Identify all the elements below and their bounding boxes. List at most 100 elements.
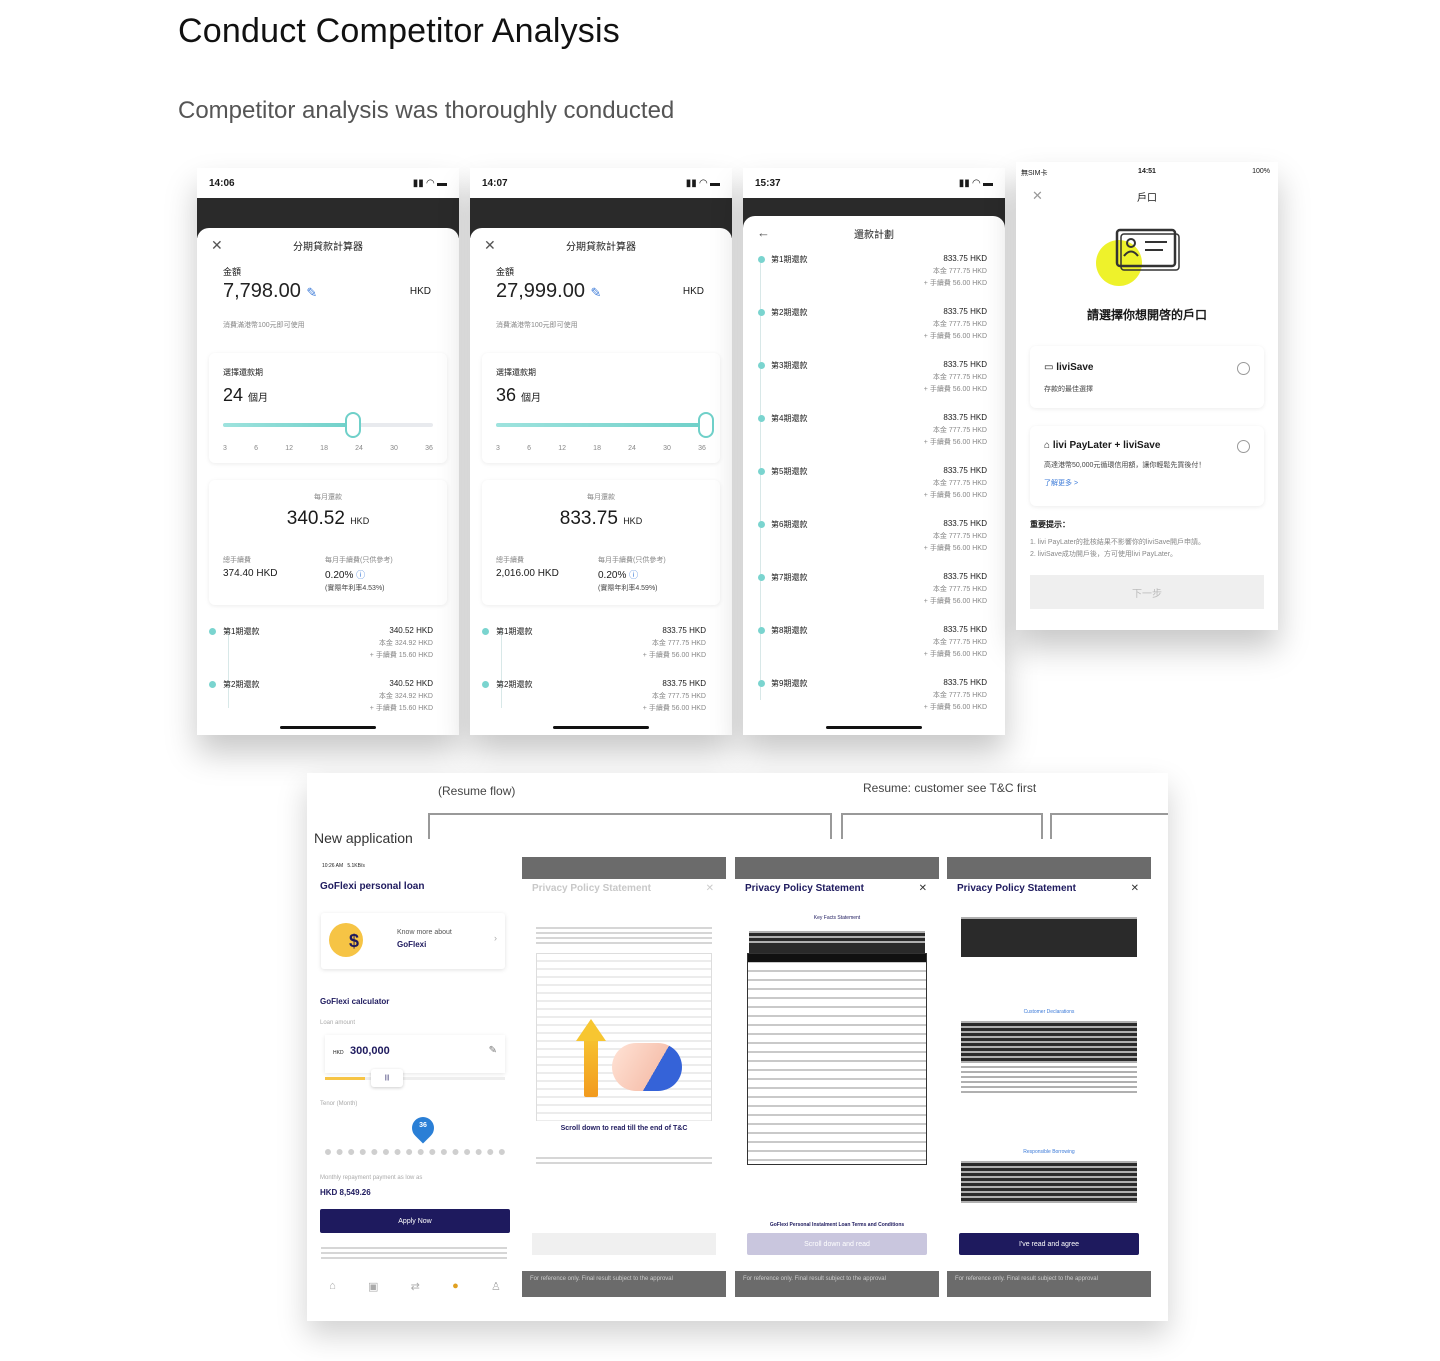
installment-amount: 833.75 HKD: [943, 572, 987, 581]
home-icon[interactable]: ⌂: [329, 1280, 336, 1293]
installment-fee: + 手續費 56.00 HKD: [923, 492, 987, 499]
installment-row: 第9期還款 833.75 HKD 本金 777.75 HKD + 手續費 56.00 …: [758, 678, 987, 722]
installment-amount: 833.75 HKD: [943, 625, 987, 634]
read-agree-button[interactable]: I've read and agree: [959, 1233, 1139, 1255]
slider-tick: 24: [628, 445, 636, 452]
currency-label: HKD: [409, 286, 431, 297]
amount-value[interactable]: 7,798.00 ✎: [223, 280, 317, 303]
fee-rate-label: 每月手續費(只供參考): [598, 557, 666, 564]
installment-fee: + 手續費 56.00 HKD: [923, 651, 987, 658]
resume-tc-label: Resume: customer see T&C first: [863, 781, 1037, 795]
slider-knob[interactable]: [345, 412, 362, 438]
timeline-dot: [482, 628, 489, 635]
tc-title: Privacy Policy Statement: [745, 883, 864, 894]
option-paylater[interactable]: ⌂ livi PayLater + liviSave 高達港幣50,000元循環…: [1030, 426, 1264, 506]
installment-label: 第5期還款: [771, 467, 808, 476]
profile-icon[interactable]: ♙: [491, 1280, 501, 1293]
amount-slider[interactable]: |||: [325, 1069, 505, 1087]
next-button[interactable]: 下一步: [1030, 575, 1264, 609]
learn-more-link[interactable]: 了解更多 >: [1044, 478, 1078, 488]
term-unit: 個月: [248, 393, 269, 404]
tenor-value: 36: [419, 1122, 427, 1129]
apr-text: (實際年利率4.59%): [598, 585, 658, 592]
doc-body: [536, 927, 712, 947]
fee-total: 374.40 HKD: [223, 568, 278, 579]
installment-principal: 本金 777.75 HKD: [932, 586, 987, 593]
close-icon[interactable]: ✕: [211, 237, 223, 254]
timeline-dot: [758, 521, 765, 528]
close-icon[interactable]: ✕: [484, 237, 496, 254]
status-icons: ▮▮ ◠ ▬: [412, 177, 447, 189]
close-icon[interactable]: ✕: [919, 883, 927, 894]
dollar-icon: $: [349, 931, 360, 951]
term-card: 選擇還款期 36 個月 3 6 12 18 24 30 36: [482, 353, 720, 463]
page: Conduct Competitor Analysis Competitor a…: [0, 0, 1440, 1361]
flow-bracket: [428, 813, 832, 839]
borrowing-text: [961, 1161, 1137, 1203]
slider-knob[interactable]: [698, 412, 714, 438]
amount-value[interactable]: 27,999.00 ✎: [496, 280, 601, 303]
installment-fee: + 手續費 56.00 HKD: [923, 386, 987, 393]
transfer-icon[interactable]: ⇄: [411, 1280, 420, 1293]
monthly-amount: 833.75 HKD: [482, 508, 720, 530]
installment-label: 第1期還款: [771, 255, 808, 264]
plan-sheet: ← 還款計劃 第1期還款 833.75 HKD 本金 777.75 HKD + 手續費…: [743, 216, 1005, 735]
doc-table: [536, 953, 712, 1129]
installment-row: 第6期還款 833.75 HKD 本金 777.75 HKD + 手續費 56.00 …: [758, 519, 987, 563]
installment-principal: 本金 777.75 HKD: [651, 693, 706, 700]
installment-label: 第6期還款: [771, 520, 808, 529]
status-time: 14:51: [1138, 168, 1156, 175]
slider-tick: 6: [254, 445, 258, 452]
close-icon[interactable]: ✕: [706, 883, 714, 894]
amount-slider-knob[interactable]: |||: [371, 1069, 403, 1087]
installment-fee: + 手續費 56.00 HKD: [923, 333, 987, 340]
screen-title: 戶口: [1137, 193, 1157, 204]
loan-amount-input[interactable]: HKD 300,000 ✎: [325, 1035, 505, 1073]
installment-amount: 833.75 HKD: [943, 678, 987, 687]
term-slider[interactable]: [223, 412, 433, 438]
arrow-up-icon: [584, 1033, 598, 1097]
info-icon[interactable]: ⓘ: [629, 570, 638, 580]
back-arrow-icon[interactable]: ←: [757, 225, 770, 240]
scroll-read-button[interactable]: Scroll down and read: [747, 1233, 927, 1255]
installment-fee: + 手續費 56.00 HKD: [642, 705, 706, 712]
installment-amount: 833.75 HKD: [943, 413, 987, 422]
disclaimer-text: [321, 1247, 507, 1262]
slider-tick: 12: [558, 445, 566, 452]
phone-repayment-plan: 15:37 ▮▮ ◠ ▬ ← 還款計劃 第1期還款 833.75 HKD 本金 777…: [743, 168, 1005, 735]
installment-label: 第9期還款: [771, 679, 808, 688]
timeline-dot: [758, 415, 765, 422]
tc-subtitle: Key Facts Statement: [813, 915, 861, 921]
installment-amount: 833.75 HKD: [943, 254, 987, 263]
installment-amount: 833.75 HKD: [943, 466, 987, 475]
amount-text: 27,999.00: [496, 280, 585, 302]
car-icon[interactable]: ▣: [368, 1280, 378, 1293]
option-livisave[interactable]: ▭ liviSave 存款的最佳選擇: [1030, 346, 1264, 408]
edit-icon[interactable]: ✎: [591, 285, 602, 300]
repayment-label: Monthly repayment payment as low as: [320, 1175, 423, 1181]
know-more-banner[interactable]: $ Know more about GoFlexi ›: [321, 913, 505, 969]
close-icon[interactable]: ✕: [1131, 883, 1139, 894]
tenor-slider[interactable]: [325, 1149, 505, 1155]
installment-label: 第8期還款: [771, 626, 808, 635]
installment-label: 第7期還款: [771, 573, 808, 582]
term-slider[interactable]: [496, 412, 714, 438]
installment-principal: 本金 777.75 HKD: [932, 639, 987, 646]
radio-button[interactable]: [1237, 362, 1250, 375]
edit-icon[interactable]: ✎: [306, 285, 317, 300]
info-icon[interactable]: ⓘ: [356, 570, 365, 580]
timeline-dot: [209, 681, 216, 688]
bag-icon[interactable]: ●: [452, 1280, 459, 1293]
id-card-icon: [1115, 228, 1180, 271]
apply-now-button[interactable]: Apply Now: [320, 1209, 510, 1233]
installment-row: 第5期還款 833.75 HKD 本金 777.75 HKD + 手續費 56.00 …: [758, 466, 987, 510]
radio-button[interactable]: [1237, 440, 1250, 453]
installment-amount: 833.75 HKD: [943, 360, 987, 369]
edit-icon[interactable]: ✎: [489, 1045, 497, 1056]
installment-amount: 340.52 HKD: [389, 679, 433, 688]
status-bar: 14:07 ▮▮ ◠ ▬: [470, 168, 732, 198]
term-label: 選擇還款期: [223, 368, 263, 377]
page-title: Conduct Competitor Analysis: [178, 12, 620, 50]
banner-line2: GoFlexi: [397, 940, 427, 949]
key-facts-table: [747, 953, 927, 1165]
